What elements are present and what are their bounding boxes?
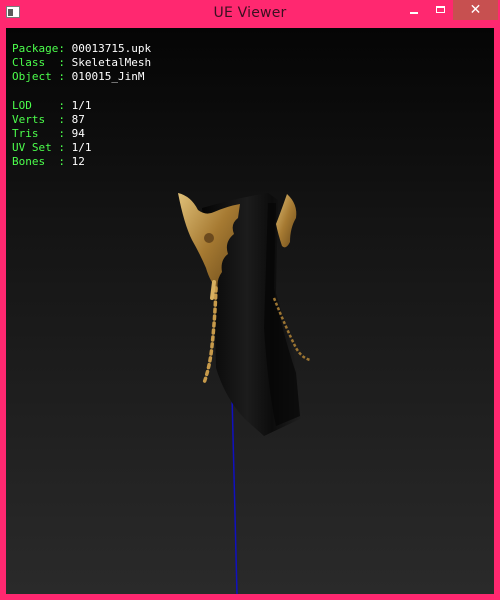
maximize-button[interactable]	[428, 0, 454, 20]
axis-line	[231, 395, 238, 594]
close-button[interactable]: ✕	[453, 0, 498, 20]
3d-viewport[interactable]: Package: 00013715.upk Class : SkeletalMe…	[6, 28, 494, 594]
gold-ornament	[204, 233, 214, 243]
gold-chain-left	[202, 286, 218, 385]
skeletal-mesh-render	[178, 193, 311, 594]
title-bar[interactable]: UE Viewer ✕	[0, 0, 500, 27]
gold-chain-small	[210, 280, 216, 300]
gold-collar-right	[276, 194, 297, 248]
minimize-button[interactable]	[400, 0, 428, 20]
minimize-icon	[410, 12, 418, 14]
maximize-icon	[436, 6, 445, 13]
app-window: UE Viewer ✕ Package: 00013715.upk Class …	[0, 0, 500, 600]
close-icon: ✕	[469, 2, 482, 18]
